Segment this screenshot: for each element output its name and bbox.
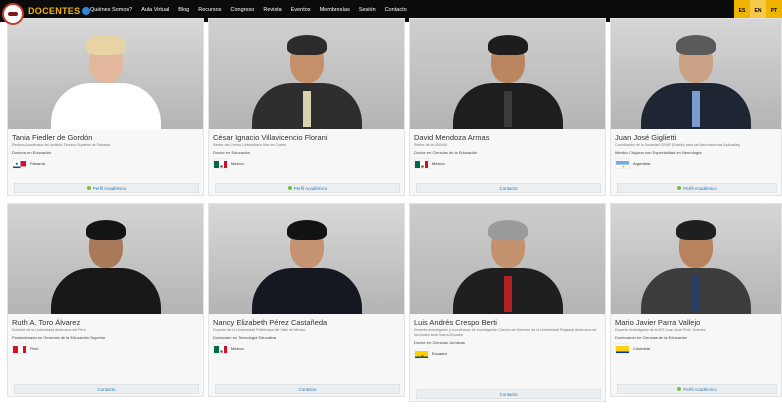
mexico-flag-icon xyxy=(213,343,228,354)
speaker-name[interactable]: Luis Andrés Crespo Berti xyxy=(414,318,497,327)
speaker-country: Argentina xyxy=(633,161,651,166)
speaker-portrait xyxy=(448,218,568,314)
speaker-name[interactable]: Nancy Elizabeth Pérez Castañeda xyxy=(213,318,327,327)
speaker-degree: Doctorado en Tecnología Educativa xyxy=(213,335,277,340)
site-logo[interactable] xyxy=(2,3,24,25)
speaker-role: Rector del Centro Universitario Mar de C… xyxy=(213,143,286,147)
speaker-portrait xyxy=(247,33,367,129)
nav-sesion[interactable]: Sesión xyxy=(359,7,376,13)
speaker-photo[interactable] xyxy=(8,19,203,129)
contact-button[interactable]: Contacto xyxy=(215,384,400,394)
cta-label: Contacto xyxy=(298,386,317,392)
cta-label: Perfil Académico xyxy=(683,386,717,392)
speaker-role: Docente-investigador y coordinador de in… xyxy=(414,328,597,337)
speaker-country: México xyxy=(231,161,244,166)
speaker-portrait xyxy=(448,33,568,129)
speaker-portrait xyxy=(247,218,367,314)
speaker-name[interactable]: Mario Javier Parra Vallejo xyxy=(615,318,700,327)
contact-button[interactable]: Contacto xyxy=(416,183,601,193)
speaker-portrait xyxy=(636,218,756,314)
speaker-role: Rectora Académica del Instituto Técnico … xyxy=(12,143,111,147)
speaker-role: Docente investigador de la IER Juan José… xyxy=(615,328,706,332)
speaker-name[interactable]: David Mendoza Armas xyxy=(414,133,489,142)
speaker-card: Tania Fiedler de Gordón Rectora Académic… xyxy=(7,18,204,196)
cta-label: Contacto xyxy=(499,185,518,191)
site-brand[interactable]: DOCENTES xyxy=(28,6,91,16)
nav-recursos[interactable]: Recursos xyxy=(198,7,221,13)
speaker-degree: Doctor en Educación xyxy=(213,150,251,155)
mexico-flag-icon xyxy=(414,158,429,169)
nav-revista[interactable]: Revista xyxy=(263,7,281,13)
speaker-card: César Ignacio Villavicencio Florani Rect… xyxy=(208,18,405,196)
speaker-role: Docente de la Universidad Autónoma del P… xyxy=(12,328,86,332)
academic-profile-button[interactable]: Perfil Académico xyxy=(617,384,777,394)
contact-button[interactable]: Contacto xyxy=(14,384,199,394)
main-nav: Quiénes Somos? Aula Virtual Blog Recurso… xyxy=(90,7,407,13)
speaker-degree: Médico Cirujano con Especialidad en Neur… xyxy=(615,150,702,155)
nav-congreso[interactable]: Congreso xyxy=(230,7,254,13)
speaker-portrait xyxy=(46,218,166,314)
speaker-name[interactable]: Juan José Giglietti xyxy=(615,133,676,142)
speaker-photo[interactable] xyxy=(209,19,404,129)
profile-dot-icon xyxy=(86,186,91,190)
speaker-card: Ruth A. Toro Álvarez Docente de la Unive… xyxy=(7,203,204,397)
speaker-card: Nancy Elizabeth Pérez Castañeda Docente … xyxy=(208,203,405,397)
speaker-card: Luis Andrés Crespo Berti Docente-investi… xyxy=(409,203,606,402)
profile-dot-icon xyxy=(287,186,292,190)
nav-quienes-somos[interactable]: Quiénes Somos? xyxy=(90,7,132,13)
speaker-name[interactable]: César Ignacio Villavicencio Florani xyxy=(213,133,328,142)
speaker-portrait xyxy=(636,33,756,129)
speaker-degree: Doctora en Educación xyxy=(12,150,52,155)
speaker-role: Docente de la Universidad Politécnica de… xyxy=(213,328,306,332)
speaker-portrait xyxy=(46,33,166,129)
speaker-degree: Posdoctorado en Gerencia de la Educación… xyxy=(12,335,106,340)
profile-dot-icon xyxy=(677,186,682,190)
speaker-photo[interactable] xyxy=(611,204,781,314)
speaker-name[interactable]: Tania Fiedler de Gordón xyxy=(12,133,92,142)
speaker-degree: Doctor en Ciencias de la Educación xyxy=(414,150,478,155)
peru-flag-icon xyxy=(12,343,27,354)
speaker-card: David Mendoza Armas Rector de la UNIVIM … xyxy=(409,18,606,196)
contact-button[interactable]: Contacto xyxy=(416,389,601,399)
profile-dot-icon xyxy=(677,387,682,391)
cta-label: Contacto xyxy=(499,391,518,397)
speaker-card: Juan José Giglietti Coordinador de la So… xyxy=(610,18,782,196)
speaker-photo[interactable] xyxy=(410,19,605,129)
nav-contacto[interactable]: Contacto xyxy=(385,7,407,13)
speaker-card: Mario Javier Parra Vallejo Docente inves… xyxy=(610,203,782,397)
nav-aula-virtual[interactable]: Aula Virtual xyxy=(141,7,169,13)
speaker-role: Rector de la UNIVIM xyxy=(414,143,447,147)
colombia-flag-icon xyxy=(615,343,630,354)
cta-label: Perfil Académico xyxy=(683,185,717,191)
speaker-degree: Doctorando en Ciencias de la Educación xyxy=(615,335,688,340)
speaker-photo[interactable] xyxy=(611,19,781,129)
speaker-name[interactable]: Ruth A. Toro Álvarez xyxy=(12,318,80,327)
cta-label: Perfil Académico xyxy=(293,185,328,191)
speaker-degree: Doctor en Ciencias Jurídicas xyxy=(414,340,465,345)
academic-profile-button[interactable]: Perfil Académico xyxy=(617,183,777,193)
speaker-country: Perú xyxy=(30,346,39,351)
cta-label: Contacto xyxy=(97,386,116,392)
panama-flag-icon xyxy=(12,158,27,169)
cta-label: Perfil Académico xyxy=(92,185,127,191)
speaker-country: México xyxy=(432,161,445,166)
argentina-flag-icon xyxy=(615,158,630,169)
nav-eventos[interactable]: Eventos xyxy=(291,7,311,13)
speaker-role: Coordinador de la Sociedad CEMP (Estudio… xyxy=(615,143,741,147)
speaker-country: Panamá xyxy=(30,161,45,166)
speaker-photo[interactable] xyxy=(410,204,605,314)
speaker-photo[interactable] xyxy=(209,204,404,314)
nav-blog[interactable]: Blog xyxy=(178,7,189,13)
speaker-photo[interactable] xyxy=(8,204,203,314)
speaker-country: Ecuador xyxy=(432,351,447,356)
speaker-country: México xyxy=(231,346,244,351)
academic-profile-button[interactable]: Perfil Académico xyxy=(14,183,199,193)
nav-membresias[interactable]: Membresías xyxy=(320,7,350,13)
academic-profile-button[interactable]: Perfil Académico xyxy=(215,183,400,193)
mexico-flag-icon xyxy=(213,158,228,169)
ecuador-flag-icon xyxy=(414,348,429,359)
speaker-country: Colombia xyxy=(633,346,650,351)
